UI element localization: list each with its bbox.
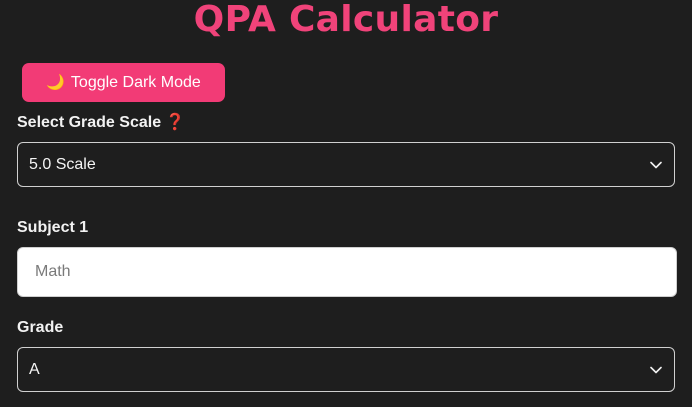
- qpa-calculator-page: QPA Calculator 🌙 Toggle Dark Mode Select…: [0, 0, 692, 407]
- moon-icon: 🌙: [46, 74, 65, 91]
- page-title: QPA Calculator: [193, 0, 499, 40]
- subject-label: Subject 1: [17, 219, 89, 236]
- chevron-down-icon: [650, 366, 662, 373]
- grade-scale-label: Select Grade Scale ❓: [17, 113, 185, 133]
- grade-scale-selected-value: 5.0 Scale: [29, 155, 96, 173]
- grade-scale-label-text: Select Grade Scale: [17, 114, 162, 131]
- grade-selected-value: A: [29, 360, 40, 378]
- help-icon[interactable]: ❓: [165, 114, 185, 131]
- subject-name-input[interactable]: [17, 247, 677, 297]
- grade-label: Grade: [17, 319, 64, 336]
- grade-select[interactable]: A: [17, 347, 675, 392]
- grade-scale-select[interactable]: 5.0 Scale: [17, 142, 675, 187]
- toggle-dark-mode-button[interactable]: 🌙 Toggle Dark Mode: [22, 63, 225, 102]
- chevron-down-icon: [650, 161, 662, 168]
- toggle-dark-mode-label: Toggle Dark Mode: [70, 73, 201, 91]
